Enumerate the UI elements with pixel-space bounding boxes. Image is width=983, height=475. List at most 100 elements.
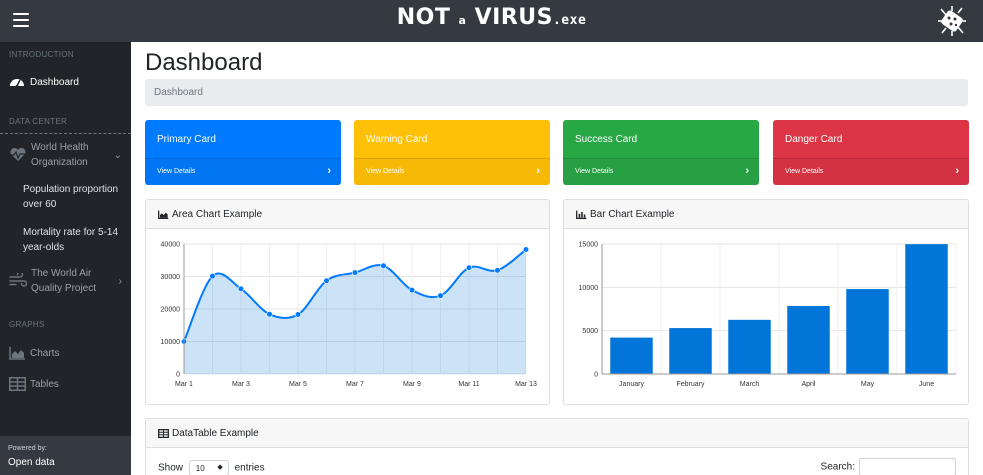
- data-source-link[interactable]: Open data: [8, 457, 55, 468]
- panel-title: Bar Chart Example: [590, 209, 675, 220]
- y-tick-label: 0: [176, 372, 180, 379]
- bar-chart-icon: [576, 210, 587, 219]
- brand-main: NOT: [396, 5, 451, 30]
- x-tick-label: Mar 3: [232, 381, 250, 388]
- data-point: [323, 277, 330, 284]
- breadcrumb-item: Dashboard: [154, 87, 203, 98]
- y-tick-label: 5000: [582, 328, 598, 335]
- sidebar-item-tables[interactable]: Tables: [0, 377, 131, 393]
- x-tick-label: Mar 11: [458, 381, 479, 388]
- search-input[interactable]: [859, 458, 956, 475]
- sidebar-item-label: Charts: [30, 348, 60, 359]
- entries-select[interactable]: 10 ◆: [188, 460, 229, 475]
- brand-logo[interactable]: NOT a VIRUS.exe: [0, 5, 983, 30]
- chevron-right-icon: ›: [955, 165, 959, 177]
- search-label: Search:: [820, 461, 855, 473]
- panel-header: DataTable Example: [146, 419, 968, 448]
- bar: [846, 289, 889, 374]
- x-tick-label: Mar 5: [289, 381, 307, 388]
- tachometer-icon: [10, 79, 24, 88]
- card-title: Primary Card: [157, 134, 216, 145]
- y-tick-label: 10000: [579, 285, 599, 292]
- view-details-label: View Details: [366, 168, 405, 175]
- sidebar-item-world-air-quality[interactable]: The World Air Quality Project ›: [0, 267, 131, 297]
- sidebar-subitem-label-line2: over 60: [23, 199, 57, 210]
- bar: [905, 244, 948, 374]
- sidebar-item-label-line2: Quality Project: [31, 283, 97, 294]
- wind-icon: [9, 273, 27, 287]
- sidebar-item-charts[interactable]: Charts: [0, 346, 131, 362]
- data-point: [408, 287, 416, 294]
- brand-small: a: [458, 14, 467, 27]
- card-title: Danger Card: [785, 134, 843, 145]
- bar-chart-panel: Bar Chart Example 0 5000 10000 15000 January…: [563, 199, 969, 405]
- breadcrumb: Dashboard: [145, 79, 968, 106]
- success-card: Success Card View Details ›: [563, 120, 759, 185]
- x-tick-label: January: [619, 381, 644, 388]
- x-tick-label: Mar 9: [403, 381, 421, 388]
- view-details-link[interactable]: View Details ›: [773, 158, 969, 185]
- data-point: [294, 311, 302, 318]
- danger-card: Danger Card View Details ›: [773, 120, 969, 185]
- chevron-down-icon: ⌄: [113, 150, 122, 161]
- show-label: Show: [158, 462, 184, 474]
- bar: [669, 328, 712, 374]
- data-point: [380, 262, 387, 269]
- sort-caret-icon: ◆: [217, 464, 223, 471]
- data-point: [465, 264, 473, 271]
- sidebar-item-world-health-organization[interactable]: World Health Organization ⌄: [0, 141, 131, 171]
- data-point: [437, 292, 444, 299]
- sidebar-item-dashboard[interactable]: Dashboard: [0, 75, 131, 91]
- chevron-right-icon: ›: [327, 165, 331, 177]
- sidebar-item-label-line1: World Health: [31, 142, 89, 153]
- data-point: [266, 311, 273, 318]
- sidebar-subitem-label-line1: Population proportion: [23, 184, 119, 195]
- data-point: [494, 267, 501, 274]
- main-content: Dashboard Dashboard Primary Card View De…: [131, 42, 983, 475]
- card-title: Warning Card: [366, 134, 428, 145]
- data-point: [351, 269, 359, 276]
- x-tick-label: May: [861, 381, 875, 388]
- powered-by-label: Powered by:: [8, 445, 47, 452]
- area-chart-icon: [158, 210, 169, 219]
- x-tick-label: March: [740, 381, 760, 388]
- heartbeat-icon: [9, 147, 27, 161]
- sidebar-subitem-population-proportion[interactable]: Population proportion over 60: [0, 183, 131, 213]
- data-point: [209, 273, 216, 280]
- bar-chart: 0 5000 10000 15000 January February March April…: [579, 242, 957, 388]
- brand-ext: .exe: [552, 13, 587, 28]
- y-tick-label: 20000: [161, 307, 181, 314]
- area-chart: 0 10000 20000 30000 40000 Mar 1 Mar 3 Mar 5 Mar …: [161, 242, 537, 389]
- panel-header: Bar Chart Example: [564, 200, 968, 229]
- sidebar-item-label: Tables: [30, 379, 59, 390]
- table-icon: [9, 377, 26, 391]
- virus-logo-icon[interactable]: [935, 4, 969, 38]
- view-details-link[interactable]: View Details ›: [354, 158, 550, 185]
- entries-label: entries: [234, 462, 265, 474]
- table-search: Search:: [821, 458, 956, 475]
- primary-card: Primary Card View Details ›: [145, 120, 341, 185]
- area-chart-icon: [9, 347, 25, 360]
- page-title: Dashboard: [145, 49, 263, 76]
- bar: [610, 337, 653, 374]
- y-tick-label: 0: [594, 372, 598, 379]
- section-heading-data-center: DATA CENTER: [9, 117, 68, 126]
- card-title: Success Card: [575, 134, 638, 145]
- panel-title: DataTable Example: [172, 428, 259, 439]
- sidebar-subitem-label-line1: Mortality rate for 5-14: [23, 227, 119, 238]
- chevron-right-icon: ›: [118, 276, 122, 287]
- sidebar-subitem-mortality-rate[interactable]: Mortality rate for 5-14 year-olds: [0, 226, 131, 256]
- datatable-panel: DataTable Example Show 10 ◆ entries Sear…: [145, 418, 969, 475]
- y-tick-label: 10000: [161, 339, 181, 346]
- chevron-right-icon: ›: [536, 165, 540, 177]
- x-tick-label: Mar 1: [175, 381, 193, 388]
- view-details-link[interactable]: View Details ›: [145, 158, 341, 185]
- view-details-label: View Details: [785, 168, 824, 175]
- view-details-link[interactable]: View Details ›: [563, 158, 759, 185]
- bar: [787, 305, 830, 374]
- view-details-label: View Details: [575, 168, 614, 175]
- panel-title: Area Chart Example: [172, 209, 263, 220]
- sidebar-item-label-line2: Organization: [31, 157, 88, 168]
- data-point: [522, 246, 530, 253]
- top-navbar: NOT a VIRUS.exe: [0, 0, 983, 42]
